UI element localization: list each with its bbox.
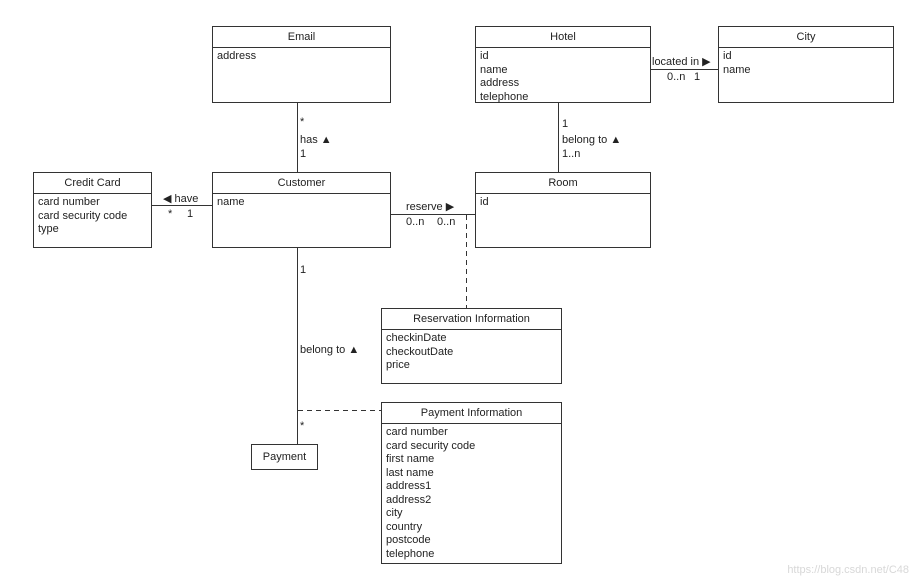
class-email[interactable]: Email address (212, 26, 391, 103)
attribute: price (386, 359, 410, 371)
attribute: country (386, 520, 423, 533)
class-name: Payment (262, 451, 307, 463)
association-label-have: ◀ have (163, 193, 199, 205)
multiplicity-label: 0..n (406, 216, 425, 228)
class-name: Customer (213, 173, 390, 194)
attribute: telephone (480, 90, 529, 103)
attribute: id (480, 50, 489, 62)
attribute: address2 (386, 493, 432, 506)
class-reservation-information[interactable]: Reservation Information checkinDate chec… (381, 308, 562, 384)
class-name: City (719, 27, 893, 48)
attribute: address1 (386, 480, 432, 492)
attribute: first name (386, 453, 435, 465)
class-name: Hotel (476, 27, 650, 48)
multiplicity-label: 0..n (667, 71, 686, 83)
watermark: https://blog.csdn.net/C48 (787, 564, 909, 576)
class-name: Room (476, 173, 650, 194)
attribute: name (480, 63, 508, 76)
association-label-belong-to: belong to ▲ (562, 134, 622, 146)
attribute: city (386, 507, 403, 519)
attribute: address (217, 50, 257, 62)
attribute: checkoutDate (386, 345, 454, 358)
attribute: card number (38, 196, 100, 208)
multiplicity-label: 1 (300, 264, 307, 276)
class-payment[interactable]: Payment (251, 444, 318, 470)
multiplicity-label: * (300, 116, 305, 128)
class-name: Reservation Information (382, 309, 561, 330)
attribute: postcode (386, 534, 431, 546)
attribute: telephone (386, 547, 435, 560)
association-label-reserve: reserve ▶ (406, 201, 455, 213)
attribute: card number (386, 426, 448, 438)
attribute: card security code (386, 439, 476, 452)
class-city[interactable]: City id name (718, 26, 894, 103)
class-payment-information[interactable]: Payment Information card number card sec… (381, 402, 562, 564)
attribute: name (723, 63, 751, 76)
multiplicity-label: * (300, 420, 305, 432)
class-name: Email (213, 27, 390, 48)
multiplicity-label: 1..n (562, 148, 581, 160)
association-label-belong-to: belong to ▲ (300, 344, 360, 356)
attribute: type (38, 223, 59, 235)
attribute: name (217, 196, 245, 208)
attribute: address (480, 77, 520, 89)
association-label-has: has ▲ (300, 134, 332, 146)
class-hotel[interactable]: Hotel id name address telephone (475, 26, 651, 103)
attribute: checkinDate (386, 332, 447, 344)
class-credit-card[interactable]: Credit Card card number card security co… (33, 172, 152, 248)
multiplicity-label: 1 (694, 71, 701, 83)
class-name: Credit Card (34, 173, 151, 194)
attribute: id (723, 50, 732, 62)
multiplicity-label: * (168, 208, 173, 220)
class-customer[interactable]: Customer name (212, 172, 391, 248)
class-name: Payment Information (382, 403, 561, 424)
class-room[interactable]: Room id (475, 172, 651, 248)
attribute: last name (386, 466, 434, 479)
multiplicity-label: 1 (300, 148, 307, 160)
association-label-located-in: located in ▶ (652, 56, 711, 68)
multiplicity-label: 0..n (437, 216, 456, 228)
attribute: card security code (38, 209, 128, 222)
multiplicity-label: 1 (187, 208, 194, 220)
multiplicity-label: 1 (562, 118, 569, 130)
attribute: id (480, 196, 489, 208)
